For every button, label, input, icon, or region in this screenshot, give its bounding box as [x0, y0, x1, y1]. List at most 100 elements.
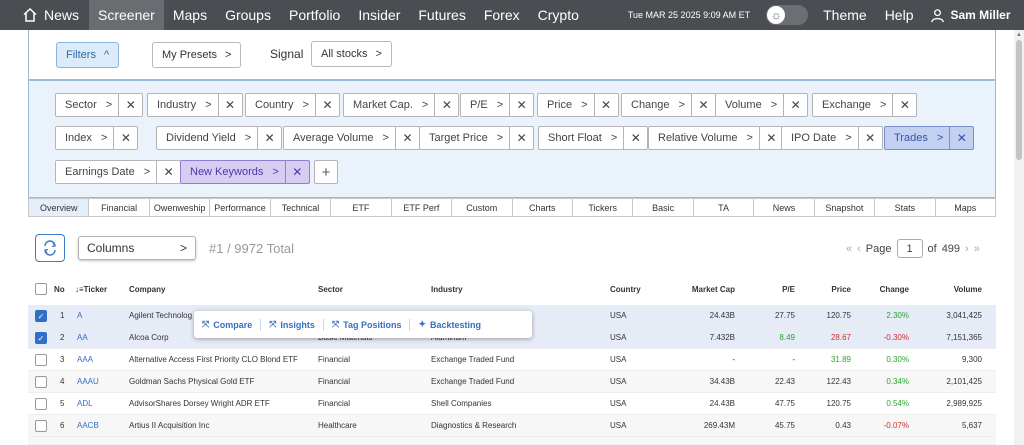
- table-row[interactable]: 4 AAAU Goldman Sachs Physical Gold ETF Fina…: [28, 371, 996, 393]
- close-icon[interactable]: ✕: [593, 94, 618, 116]
- cell-ticker[interactable]: AA: [77, 333, 88, 342]
- close-icon[interactable]: ✕: [509, 127, 533, 149]
- last-page-icon[interactable]: »: [974, 243, 980, 255]
- cell-ticker[interactable]: AACB: [77, 421, 99, 430]
- filter-change-chip-label[interactable]: Change: [622, 94, 679, 116]
- tab-technical[interactable]: Technical: [271, 199, 332, 216]
- nav-portfolio[interactable]: Portfolio: [280, 0, 349, 30]
- nav-help[interactable]: Help: [876, 0, 923, 30]
- filter-average-volume-chip-label[interactable]: Average Volume: [284, 127, 383, 149]
- col-no[interactable]: No: [54, 285, 65, 294]
- col-volume[interactable]: Volume: [954, 285, 982, 294]
- row-checkbox[interactable]: [35, 376, 47, 388]
- close-icon[interactable]: ✕: [434, 94, 458, 116]
- filter-market-cap-chip-label[interactable]: Market Cap.: [344, 94, 422, 116]
- first-page-icon[interactable]: «: [846, 243, 852, 255]
- page-scrollbar[interactable]: ▲: [1014, 30, 1024, 445]
- table-row[interactable]: 3 AAA Alternative Access First Priority CL…: [28, 349, 996, 371]
- filter-ipo-date-chip-label[interactable]: IPO Date: [782, 127, 845, 149]
- filter-new-keywords-chip-label[interactable]: New Keywords: [181, 161, 272, 183]
- filter-exchange-chip[interactable]: Exchange > ✕: [812, 93, 918, 117]
- filter-volume-chip-label[interactable]: Volume: [716, 94, 771, 116]
- tab-etf-perf[interactable]: ETF Perf: [392, 199, 453, 216]
- cell-ticker[interactable]: A: [77, 311, 82, 320]
- filter-volume-chip[interactable]: Volume > ✕: [715, 93, 809, 117]
- tab-tickers[interactable]: Tickers: [573, 199, 634, 216]
- tab-etf[interactable]: ETF: [331, 199, 392, 216]
- close-icon[interactable]: ✕: [156, 161, 180, 183]
- filter-new-keywords-chip[interactable]: New Keywords > ✕: [180, 160, 310, 184]
- nav-groups[interactable]: Groups: [216, 0, 280, 30]
- filter-sector-chip[interactable]: Sector > ✕: [55, 93, 144, 117]
- tab-charts[interactable]: Charts: [513, 199, 573, 216]
- row-checkbox[interactable]: ✓: [35, 310, 47, 322]
- filter-trades-chip-label[interactable]: Trades: [885, 127, 937, 149]
- close-icon[interactable]: ✕: [857, 127, 882, 149]
- col-industry[interactable]: Industry: [431, 285, 463, 294]
- col-company[interactable]: Company: [129, 285, 165, 294]
- filter-earnings-date-chip-label[interactable]: Earnings Date: [56, 161, 144, 183]
- close-icon[interactable]: ✕: [509, 94, 533, 116]
- nav-screener[interactable]: Screener: [89, 0, 164, 30]
- signal-select[interactable]: All stocks >: [311, 41, 392, 67]
- user-menu[interactable]: Sam Miller: [930, 8, 1011, 23]
- col-price[interactable]: Price: [831, 285, 851, 294]
- add-filter-button[interactable]: +: [314, 160, 338, 184]
- row-checkbox[interactable]: [35, 398, 47, 410]
- col-change[interactable]: Change: [880, 285, 909, 294]
- refresh-button[interactable]: [35, 234, 65, 262]
- tab-maps[interactable]: Maps: [936, 199, 995, 216]
- cell-ticker[interactable]: AAAU: [77, 377, 99, 386]
- filter-earnings-date-chip[interactable]: Earnings Date > ✕: [55, 160, 182, 184]
- nav-news[interactable]: News: [0, 0, 89, 30]
- close-icon[interactable]: ✕: [113, 127, 137, 149]
- filter-average-volume-chip[interactable]: Average Volume > ✕: [283, 126, 420, 150]
- close-icon[interactable]: ✕: [257, 127, 281, 149]
- theme-toggle[interactable]: ☼: [766, 5, 809, 25]
- tab-financial[interactable]: Financial: [89, 199, 150, 216]
- close-icon[interactable]: ✕: [118, 94, 142, 116]
- filter-market-cap-chip[interactable]: Market Cap. > ✕: [343, 93, 460, 117]
- compare-action[interactable]: ⤧ Compare: [194, 318, 262, 331]
- row-checkbox[interactable]: [35, 354, 47, 366]
- next-page-icon[interactable]: ›: [965, 243, 969, 255]
- filter-country-chip-label[interactable]: Country: [246, 94, 303, 116]
- filters-button[interactable]: Filters ^: [56, 42, 120, 68]
- row-checkbox[interactable]: ✓: [35, 332, 47, 344]
- col-market-cap[interactable]: Market Cap: [692, 285, 735, 294]
- filter-change-chip[interactable]: Change > ✕: [621, 93, 716, 117]
- filter-country-chip[interactable]: Country > ✕: [245, 93, 340, 117]
- tab-news[interactable]: News: [754, 199, 815, 216]
- tab-custom[interactable]: Custom: [452, 199, 513, 216]
- tag-positions-action[interactable]: ⤧ Tag Positions: [324, 318, 411, 331]
- col-sector[interactable]: Sector: [318, 285, 343, 294]
- filter-industry-chip[interactable]: Industry > ✕: [147, 93, 243, 117]
- table-row[interactable]: 6 AACB Artius II Acquisition Inc Healthcare…: [28, 415, 996, 437]
- col-pe[interactable]: P/E: [782, 285, 795, 294]
- tab-overview[interactable]: Overview: [29, 199, 90, 216]
- table-row[interactable]: [28, 437, 996, 445]
- filter-exchange-chip-label[interactable]: Exchange: [813, 94, 880, 116]
- filter-dividend-yield-chip[interactable]: Dividend Yield > ✕: [156, 126, 283, 150]
- scroll-thumb[interactable]: [1016, 40, 1022, 160]
- tab-snapshot[interactable]: Snapshot: [815, 199, 876, 216]
- tab-owenweship[interactable]: Owenweship: [150, 199, 211, 216]
- col-country[interactable]: Country: [610, 285, 641, 294]
- close-icon[interactable]: ✕: [394, 127, 419, 149]
- close-icon[interactable]: ✕: [217, 94, 242, 116]
- cell-ticker[interactable]: ADL: [77, 399, 93, 408]
- nav-crypto[interactable]: Crypto: [529, 0, 588, 30]
- tab-ta[interactable]: TA: [694, 199, 755, 216]
- filter-industry-chip-label[interactable]: Industry: [148, 94, 205, 116]
- nav-theme[interactable]: Theme: [814, 0, 876, 30]
- select-all-checkbox[interactable]: [35, 283, 47, 295]
- row-checkbox[interactable]: [35, 420, 47, 432]
- filter-relative-volume-chip[interactable]: Relative Volume > ✕: [648, 126, 784, 150]
- close-icon[interactable]: ✕: [690, 94, 715, 116]
- nav-maps[interactable]: Maps: [164, 0, 216, 30]
- close-icon[interactable]: ✕: [892, 94, 916, 116]
- filter-sector-chip-label[interactable]: Sector: [56, 94, 106, 116]
- filter-dividend-yield-chip-label[interactable]: Dividend Yield: [157, 127, 245, 149]
- nav-futures[interactable]: Futures: [409, 0, 474, 30]
- prev-page-icon[interactable]: ‹: [857, 243, 861, 255]
